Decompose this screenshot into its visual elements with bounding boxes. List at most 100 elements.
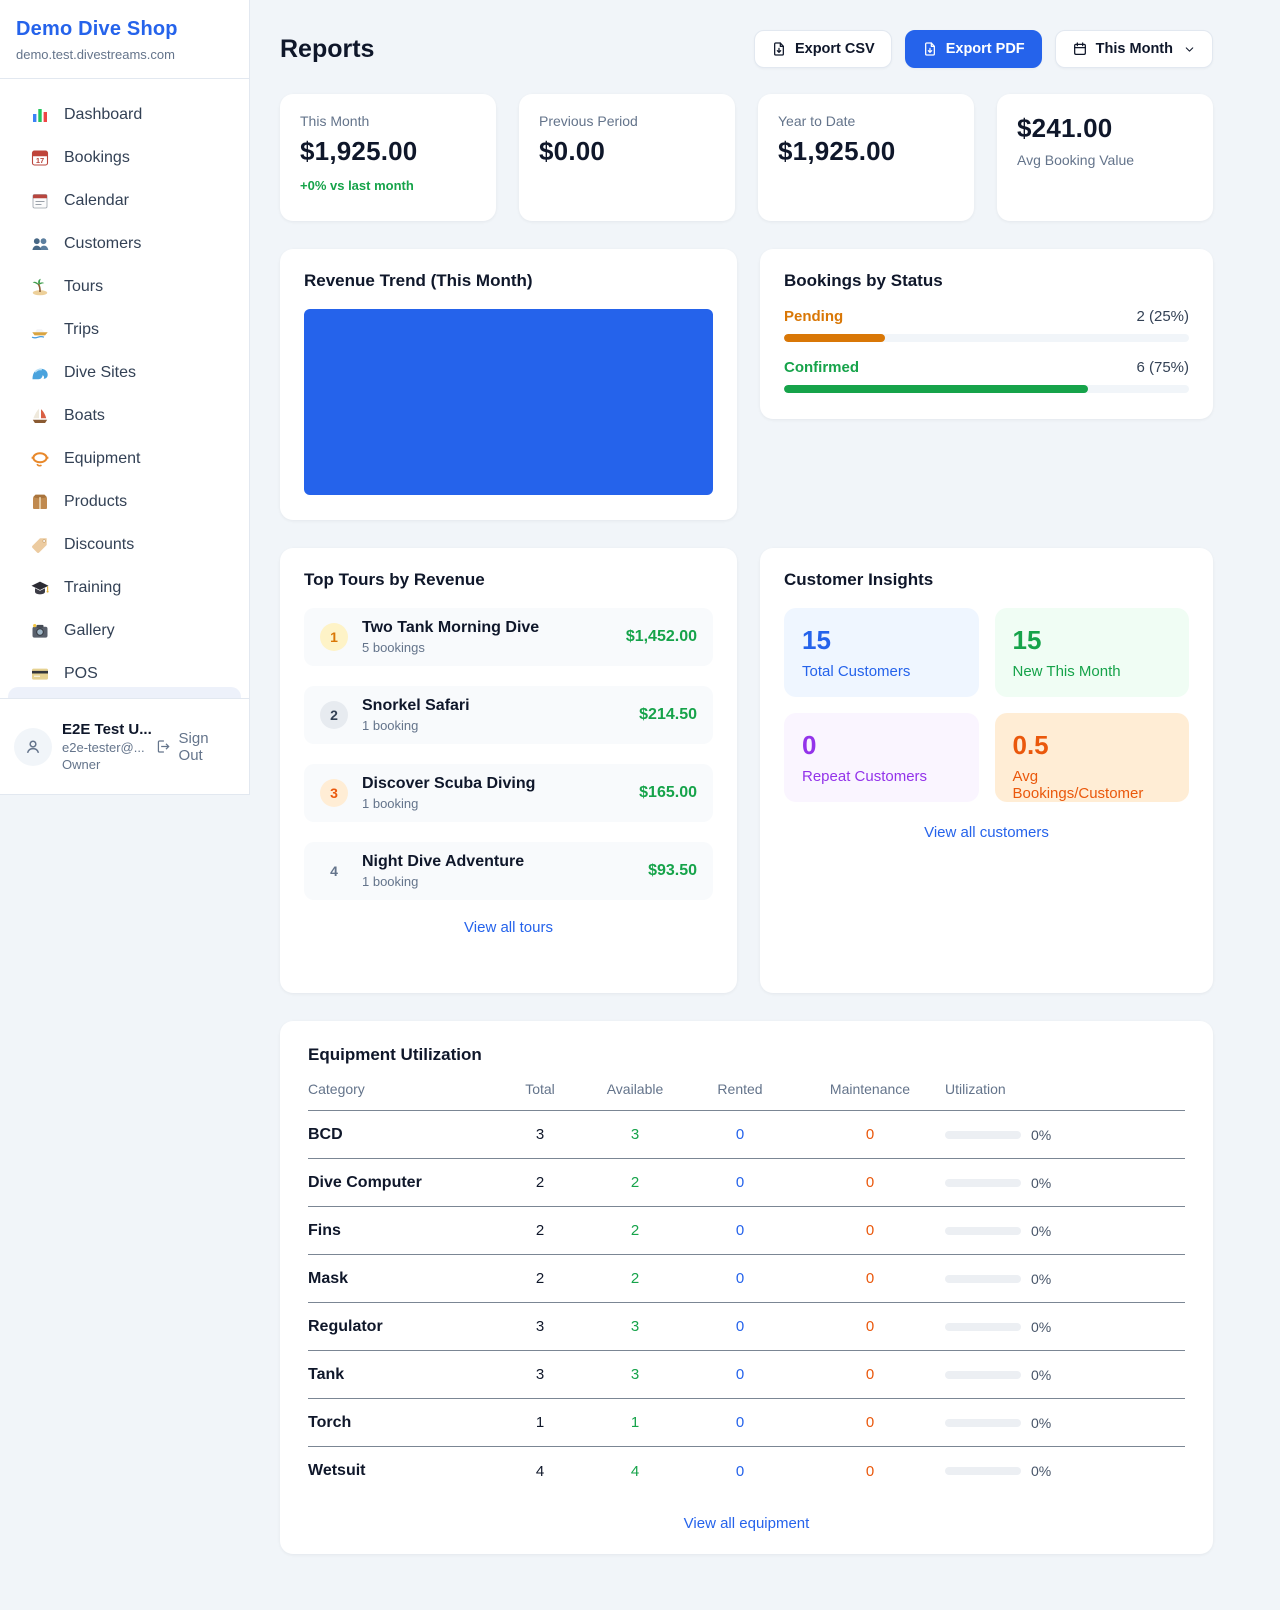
cell-maintenance: 0 [795,1463,945,1480]
stat-card-year-to-date: Year to Date $1,925.00 [758,94,974,221]
cell-category: Mask [308,1270,495,1288]
cell-available: 3 [585,1126,685,1143]
trips-speedboat-icon [30,320,50,340]
sidebar-item-label: Calendar [64,192,129,210]
user-email: e2e-tester@... [62,740,155,755]
shop-header: Demo Dive Shop demo.test.divestreams.com [0,0,249,79]
stat-value: $241.00 [1017,113,1193,144]
column-header: Utilization [945,1081,1185,1097]
cell-utilization: 0% [945,1415,1185,1431]
revenue-trend-bar [304,309,713,495]
stat-card-previous-period: Previous Period $0.00 [519,94,735,221]
rank-badge: 4 [320,857,348,885]
cell-total: 2 [495,1270,585,1287]
table-row: Dive Computer 2 2 0 0 0% [308,1159,1185,1207]
sidebar-nav: Dashboard 17 Bookings Calendar Customers… [0,79,249,695]
tile-label: Avg Bookings/Customer [1013,768,1172,802]
sidebar-item-gallery[interactable]: Gallery [8,609,241,652]
training-grad-cap-icon [30,578,50,598]
sidebar-item-products[interactable]: Products [8,480,241,523]
status-label: Confirmed [784,359,859,376]
rank-badge: 3 [320,779,348,807]
cell-category: Tank [308,1366,495,1384]
cell-available: 2 [585,1174,685,1191]
sidebar-item-label: Products [64,493,127,511]
boats-sailboat-icon [30,406,50,426]
sidebar-item-equipment[interactable]: Equipment [8,437,241,480]
sidebar-item-reports-partial[interactable] [8,687,241,698]
calendar-icon [30,191,50,211]
customers-people-icon [30,234,50,254]
rank-badge: 1 [320,623,348,651]
view-all-equipment-link[interactable]: View all equipment [308,1515,1185,1532]
sidebar-item-trips[interactable]: Trips [8,308,241,351]
cell-rented: 0 [685,1222,795,1239]
sidebar-item-discounts[interactable]: Discounts [8,523,241,566]
stat-label: Avg Booking Value [1017,152,1193,168]
period-dropdown[interactable]: This Month [1055,30,1213,68]
cell-utilization: 0% [945,1223,1185,1239]
sidebar-item-bookings[interactable]: 17 Bookings [8,136,241,179]
cell-rented: 0 [685,1126,795,1143]
bookings-by-status-card: Bookings by Status Pending 2 (25%) Confi… [760,249,1213,419]
chevron-down-icon [1183,43,1196,56]
sign-out-button[interactable]: Sign Out [155,730,235,764]
tour-list: 1 Two Tank Morning Dive 5 bookings $1,45… [304,608,713,900]
user-info: E2E Test U... e2e-tester@... Owner [62,721,155,772]
bookings-by-status-title: Bookings by Status [784,271,1189,291]
utilization-percent: 0% [1031,1271,1051,1287]
export-csv-label: Export CSV [795,41,875,57]
utilization-bar-track [945,1371,1021,1379]
topbar-actions: Export CSV Export PDF This Month [754,30,1213,68]
sidebar-item-customers[interactable]: Customers [8,222,241,265]
cell-maintenance: 0 [795,1126,945,1143]
tour-bookings-count: 5 bookings [362,640,539,655]
tour-bookings-count: 1 booking [362,874,524,889]
view-all-customers-link[interactable]: View all customers [784,824,1189,841]
cell-utilization: 0% [945,1127,1185,1143]
period-label: This Month [1096,41,1173,57]
sidebar: Demo Dive Shop demo.test.divestreams.com… [0,0,250,795]
sidebar-item-dashboard[interactable]: Dashboard [8,93,241,136]
rank-badge: 2 [320,701,348,729]
cell-available: 3 [585,1366,685,1383]
shop-domain: demo.test.divestreams.com [16,47,233,62]
cell-category: Wetsuit [308,1462,495,1480]
sidebar-item-training[interactable]: Training [8,566,241,609]
cell-total: 2 [495,1174,585,1191]
user-role: Owner [62,757,155,772]
revenue-trend-card: Revenue Trend (This Month) [280,249,737,520]
discounts-tag-icon [30,535,50,555]
export-csv-button[interactable]: Export CSV [754,30,892,68]
table-header-row: Category Total Available Rented Maintena… [308,1081,1185,1111]
column-header: Category [308,1081,495,1097]
stat-cards: This Month $1,925.00 +0% vs last month P… [280,94,1213,221]
insight-tile-new-this-month: 15 New This Month [995,608,1190,697]
sidebar-item-label: Equipment [64,450,141,468]
top-tours-card: Top Tours by Revenue 1 Two Tank Morning … [280,548,737,993]
tile-label: Total Customers [802,663,961,680]
cell-utilization: 0% [945,1271,1185,1287]
cell-maintenance: 0 [795,1414,945,1431]
column-header: Maintenance [795,1081,945,1097]
sidebar-item-tours[interactable]: Tours [8,265,241,308]
cell-total: 3 [495,1126,585,1143]
export-pdf-button[interactable]: Export PDF [905,30,1042,68]
sidebar-item-calendar[interactable]: Calendar [8,179,241,222]
utilization-bar-track [945,1275,1021,1283]
log-out-icon [155,738,171,755]
tile-label: Repeat Customers [802,768,961,785]
status-count: 6 (75%) [1136,359,1189,376]
column-header: Available [585,1081,685,1097]
tile-value: 15 [1013,625,1172,656]
svg-text:17: 17 [36,156,44,165]
sidebar-item-boats[interactable]: Boats [8,394,241,437]
sidebar-item-dive-sites[interactable]: Dive Sites [8,351,241,394]
file-download-icon [771,41,787,57]
cell-rented: 0 [685,1174,795,1191]
view-all-tours-link[interactable]: View all tours [304,919,713,936]
file-download-icon [922,41,938,57]
utilization-bar-track [945,1419,1021,1427]
cell-category: Dive Computer [308,1174,495,1192]
cell-maintenance: 0 [795,1222,945,1239]
